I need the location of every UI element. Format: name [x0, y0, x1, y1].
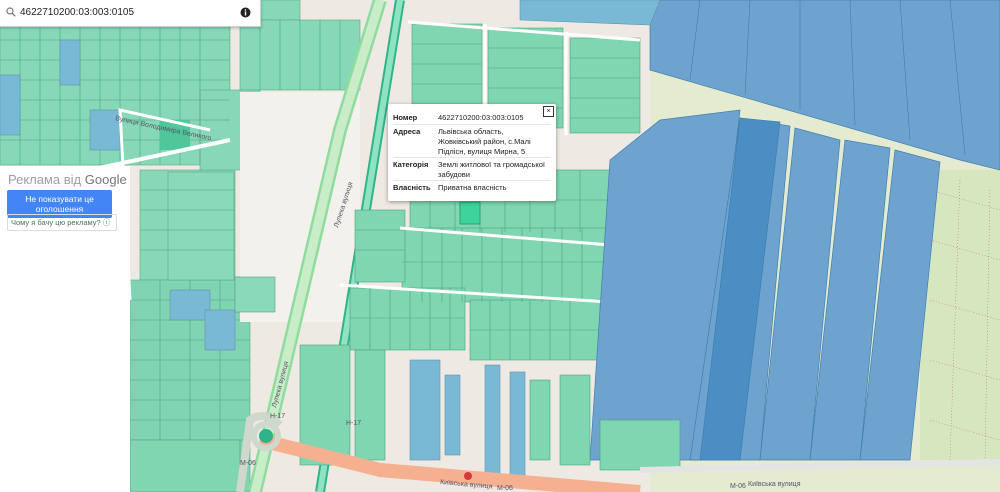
selected-parcel[interactable] [459, 201, 481, 225]
popup-key: Номер [393, 113, 418, 122]
search-input[interactable] [20, 3, 232, 21]
popup-row-address: Адреса Львівська область, Жовківський ра… [393, 124, 551, 158]
search-bar [0, 0, 261, 27]
street-label: Київська вулиця [748, 481, 801, 488]
popup-value: 4622710200:03:003:0105 [438, 113, 524, 122]
search-icon[interactable] [6, 7, 16, 17]
ad-header: Реклама від Google [8, 172, 127, 187]
popup-key: Власність [393, 183, 431, 192]
parcel-info-popup: × Номер 4622710200:03:003:0105 Адреса Ль… [388, 104, 556, 201]
popup-value: Землі житлової та громадської забудови [438, 160, 545, 179]
cadastral-map[interactable]: Вулиця Володимира Великого Лупека вулиця… [0, 0, 1000, 492]
road-number-label: M-06 [730, 483, 746, 490]
popup-value: Львівська область, Жовківський район, с.… [438, 127, 531, 156]
popup-row-category: Категорія Землі житлової та громадської … [393, 157, 551, 181]
poi-marker-icon[interactable] [464, 472, 472, 480]
road-number-label: M-06 [240, 460, 256, 467]
popup-key: Адреса [393, 127, 421, 136]
popup-row-number: Номер 4622710200:03:003:0105 [393, 110, 551, 125]
road-number-label: H-17 [346, 420, 361, 427]
google-logo: Google [84, 172, 127, 187]
road-number-label: M-06 [497, 485, 513, 492]
road-number-label: H-17 [270, 413, 285, 420]
popup-key: Категорія [393, 160, 429, 169]
ad-panel: Реклама від Google Не показувати це огол… [0, 166, 130, 492]
why-ad-link[interactable]: Чому я бачу цю рекламу? ⓘ [7, 214, 117, 231]
popup-value: Приватна власність [438, 183, 507, 192]
info-icon[interactable] [240, 7, 251, 18]
popup-row-ownership: Власність Приватна власність [393, 180, 551, 195]
